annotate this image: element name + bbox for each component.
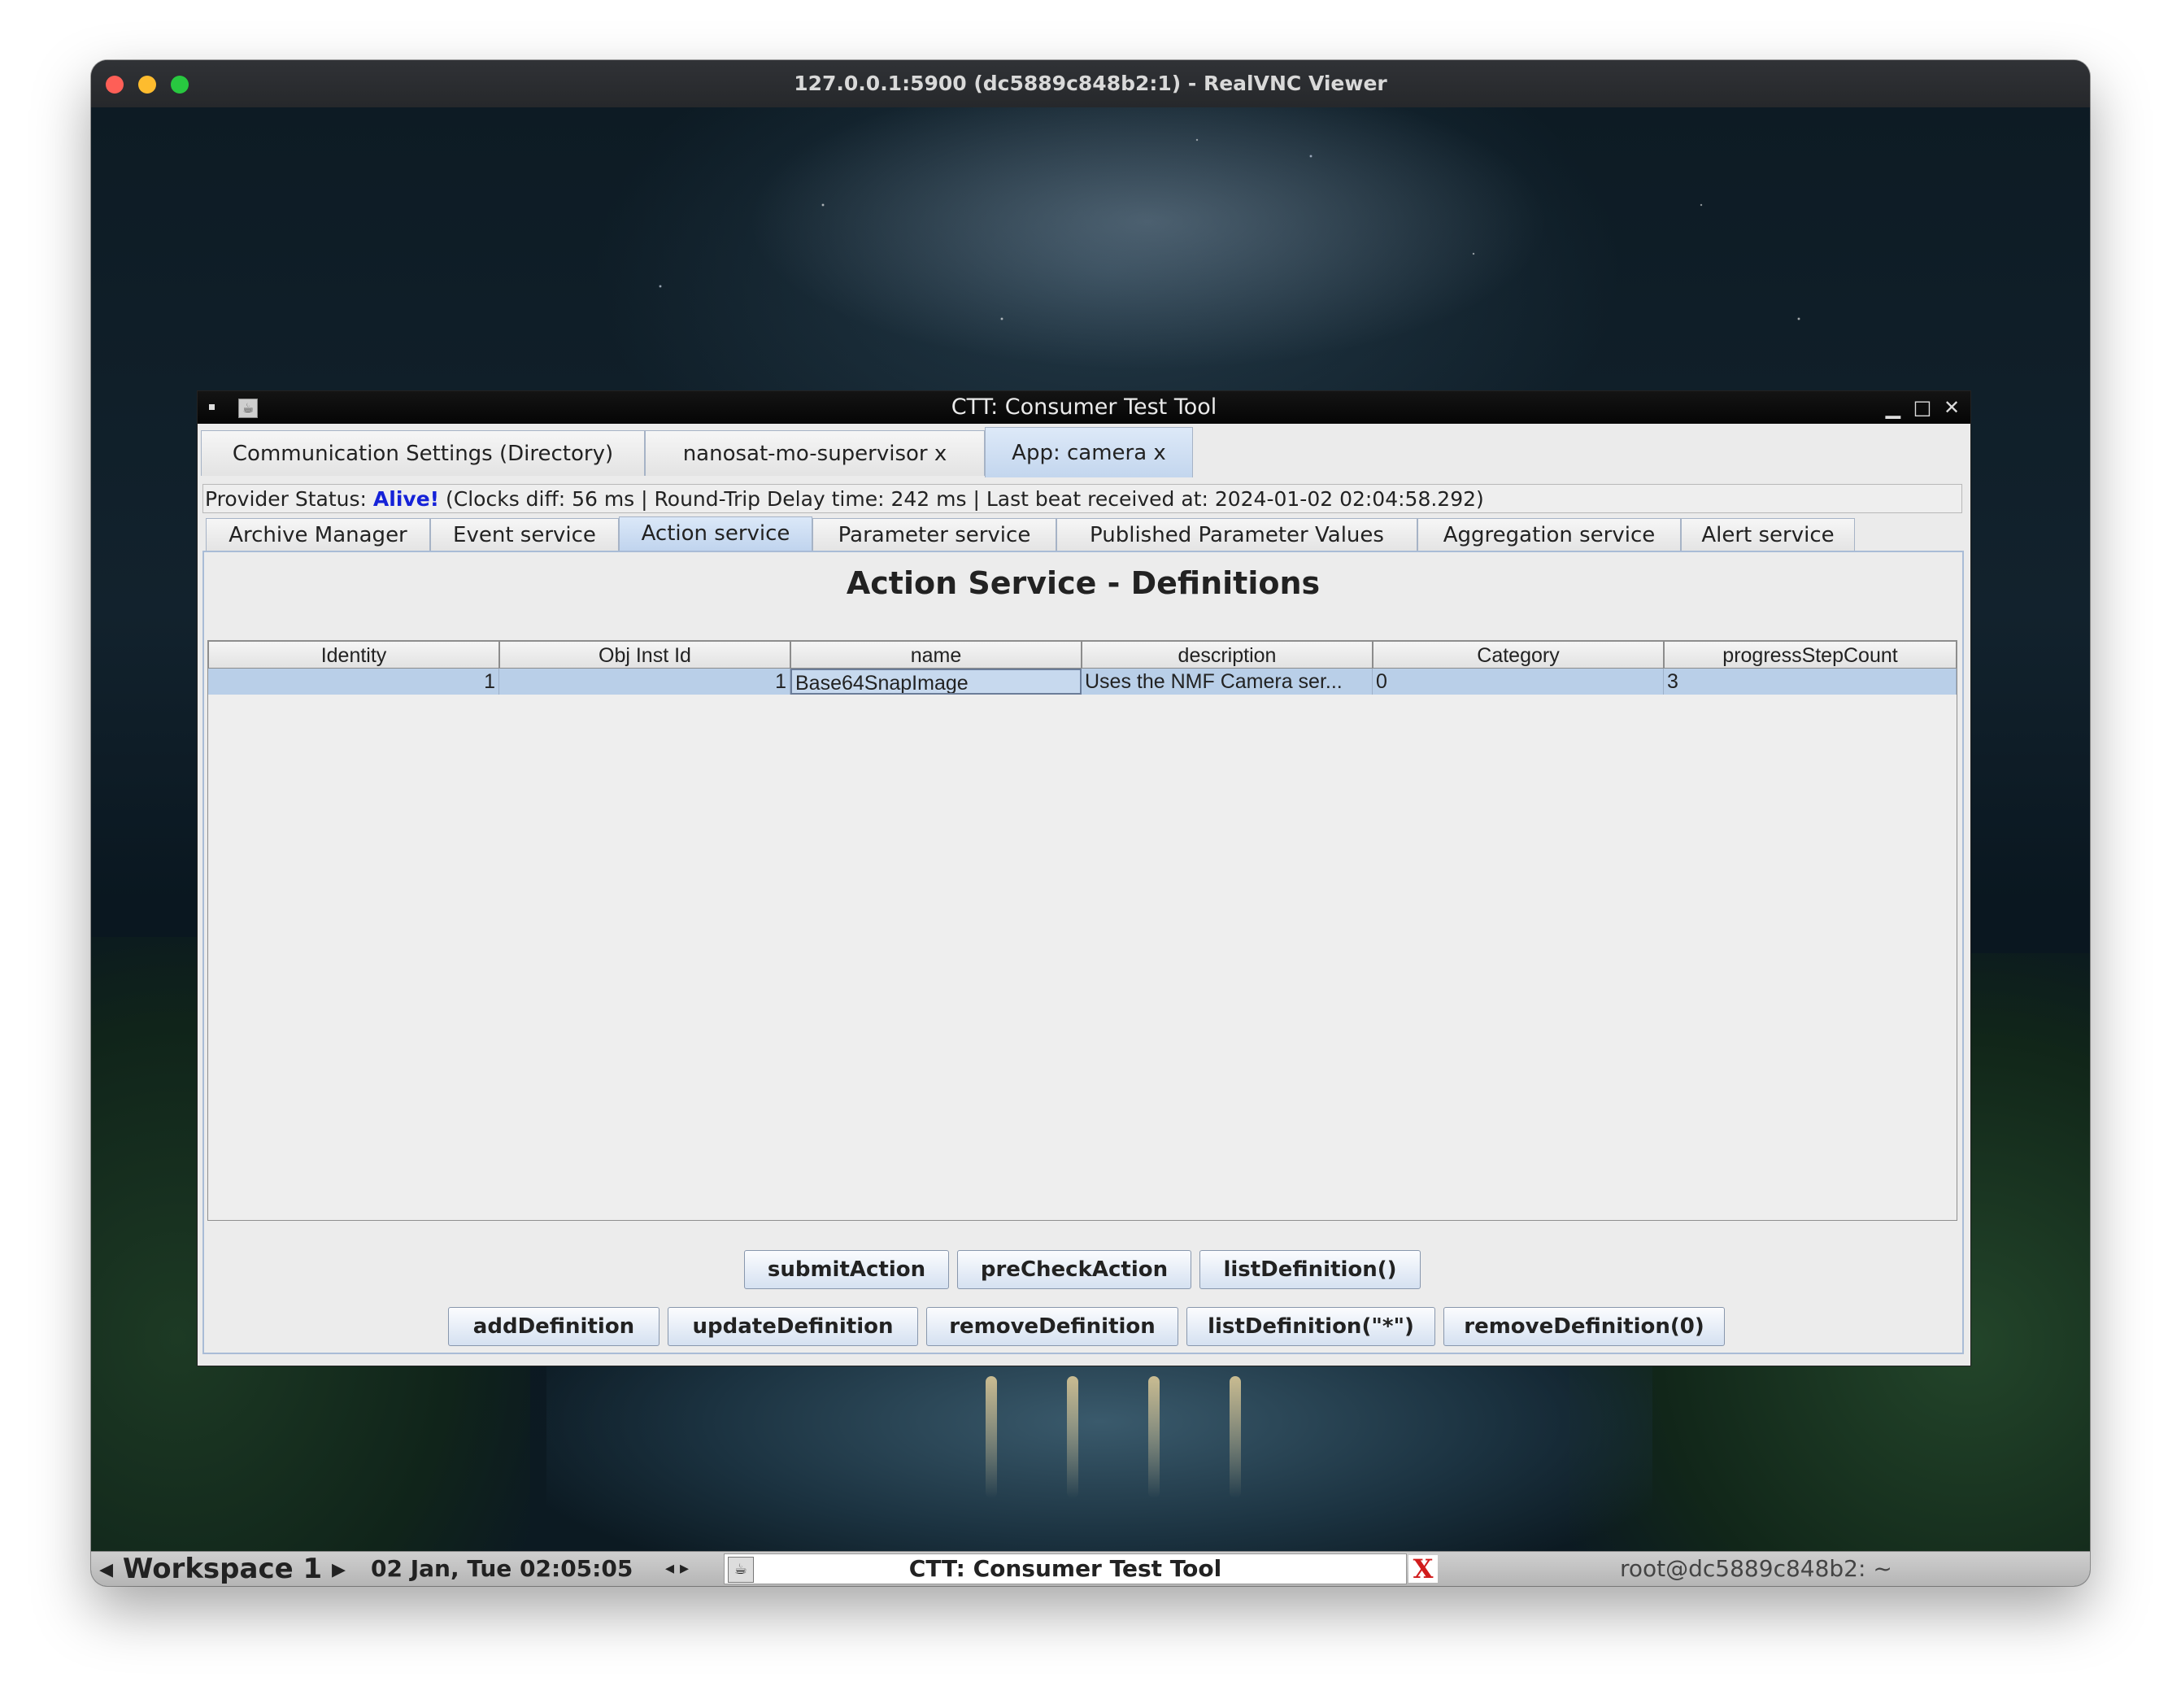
column-header-progress-step-count[interactable]: progressStepCount [1664,641,1957,669]
cell-description[interactable]: Uses the NMF Camera ser... [1082,669,1373,695]
column-header-category[interactable]: Category [1373,641,1664,669]
workspace-prev-icon[interactable]: ◂ [99,1553,123,1585]
clock: 02 Jan, Tue 02:05:05 [371,1555,633,1582]
xterm-icon[interactable]: X [1408,1555,1438,1583]
tab-nanosat-mo-supervisor[interactable]: nanosat-mo-supervisor x [645,430,985,476]
reflection-light [1148,1376,1160,1498]
list-definition-button[interactable]: listDefinition() [1199,1250,1421,1289]
taskbar-item-terminal[interactable]: root@dc5889c848b2: ~ [1620,1552,1892,1586]
tab-aggregation-service[interactable]: Aggregation service [1417,518,1681,551]
workspace-switcher[interactable]: ◂ Workspace 1 ▸ [99,1552,346,1586]
cell-obj-inst-id[interactable]: 1 [499,669,790,695]
action-service-panel: Action Service - Definitions Identity Ob… [202,551,1964,1354]
remove-definition-zero-button[interactable]: removeDefinition(0) [1443,1307,1725,1346]
ctt-titlebar[interactable]: ☕ CTT: Consumer Test Tool ▁ □ ✕ [198,391,1970,424]
reflection-light [1067,1376,1078,1498]
add-definition-button[interactable]: addDefinition [448,1307,660,1346]
vnc-viewer-window: 127.0.0.1:5900 (dc5889c848b2:1) - RealVN… [91,60,2090,1586]
tab-published-parameter-values[interactable]: Published Parameter Values [1056,518,1417,551]
ctt-window: ☕ CTT: Consumer Test Tool ▁ □ ✕ Communic… [197,390,1971,1366]
taskbar-item-label: CTT: Consumer Test Tool [908,1555,1222,1582]
minimize-icon[interactable]: ▁ [1881,394,1905,420]
column-header-identity[interactable]: Identity [208,641,499,669]
maximize-icon[interactable]: □ [1910,394,1935,420]
ctt-title: CTT: Consumer Test Tool [951,394,1217,420]
vnc-titlebar[interactable]: 127.0.0.1:5900 (dc5889c848b2:1) - RealVN… [91,60,2090,108]
remove-definition-button[interactable]: removeDefinition [926,1307,1178,1346]
submit-action-button[interactable]: submitAction [744,1250,949,1289]
cell-name[interactable]: Base64SnapImage [790,669,1082,695]
pre-check-action-button[interactable]: preCheckAction [957,1250,1191,1289]
definitions-table: Identity Obj Inst Id name description Ca… [207,640,1957,1221]
tab-archive-manager[interactable]: Archive Manager [206,518,430,551]
status-details: (Clocks diff: 56 ms | Round-Trip Delay t… [446,487,1484,511]
workspace-next-icon[interactable]: ▸ [322,1553,346,1585]
tab-event-service[interactable]: Event service [430,518,619,551]
table-row[interactable]: 1 1 Base64SnapImage Uses the NMF Camera … [208,669,1957,695]
cell-category[interactable]: 0 [1373,669,1664,695]
status-alive: Alive! [372,487,440,511]
taskbar-item-ctt[interactable]: ☕ CTT: Consumer Test Tool [724,1553,1407,1584]
vnc-window-title: 127.0.0.1:5900 (dc5889c848b2:1) - RealVN… [794,72,1387,95]
tab-alert-service[interactable]: Alert service [1681,518,1855,551]
tab-action-service[interactable]: Action service [619,516,812,551]
remote-desktop: ☕ CTT: Consumer Test Tool ▁ □ ✕ Communic… [91,107,2090,1552]
column-header-description[interactable]: description [1082,641,1373,669]
reflection-light [986,1376,997,1498]
close-icon[interactable]: ✕ [1939,394,1964,420]
task-scroll-arrows[interactable]: ◂ ▸ [665,1552,689,1586]
page-title: Action Service - Definitions [846,565,1321,601]
tab-communication-settings[interactable]: Communication Settings (Directory) [201,430,645,476]
workspace-label: Workspace 1 [122,1553,323,1585]
cell-progress-step-count[interactable]: 3 [1664,669,1957,695]
tab-app-camera[interactable]: App: camera x [985,427,1193,477]
status-prefix: Provider Status: [205,487,367,511]
provider-status: Provider Status: Alive! (Clocks diff: 56… [202,484,1962,513]
tab-parameter-service[interactable]: Parameter service [812,518,1056,551]
reflection-light [1230,1376,1241,1498]
update-definition-button[interactable]: updateDefinition [668,1307,918,1346]
column-header-obj-inst-id[interactable]: Obj Inst Id [499,641,790,669]
taskbar: ◂ Workspace 1 ▸ 02 Jan, Tue 02:05:05 ◂ ▸… [91,1551,2090,1586]
cell-identity[interactable]: 1 [208,669,499,695]
list-definition-all-button[interactable]: listDefinition("*") [1186,1307,1435,1346]
column-header-name[interactable]: name [790,641,1082,669]
